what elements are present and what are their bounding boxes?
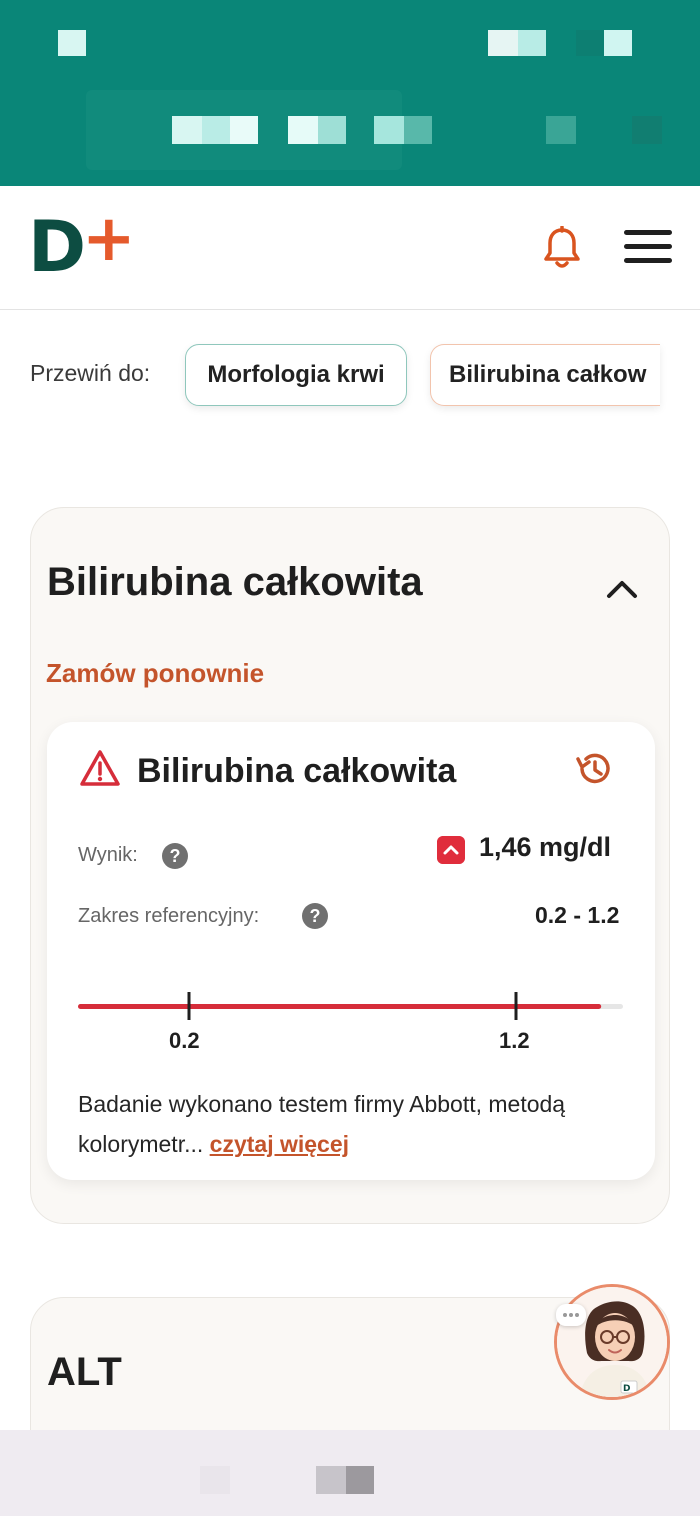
history-icon[interactable] [573,748,615,790]
range-bar [78,992,623,1020]
card2-title: ALT [47,1350,122,1394]
range-value: 0.2 - 1.2 [535,902,620,928]
help-icon-result[interactable]: ? [162,843,188,869]
tick-label-high: 1.2 [499,1028,530,1053]
chat-bubble-icon[interactable] [556,1304,586,1326]
assistant-avatar[interactable]: D [554,1284,670,1400]
warning-icon [80,750,120,786]
result-card: Bilirubina całkowita Wynik: ? 1,46 mg/dl… [47,722,655,1180]
test-card-bilirubina: Bilirubina całkowita Zamów ponownie Bili… [30,507,670,1224]
system-navigation-bar [0,1430,700,1516]
app-header: D + [0,186,700,310]
chip-morfologia-krwi[interactable]: Morfologia krwi [185,344,407,406]
result-description: Badanie wykonano testem firmy Abbott, me… [78,1084,618,1164]
obscured-block [346,1466,374,1494]
chevron-up-icon[interactable] [605,578,639,600]
reorder-link[interactable]: Zamów ponownie [46,658,264,689]
bell-icon[interactable] [542,226,582,270]
tick-label-low: 0.2 [169,1028,200,1053]
result-label: Wynik: [78,844,138,866]
range-label: Zakres referencyjny: [78,905,260,927]
obscured-banner [0,0,700,186]
help-icon-range[interactable]: ? [302,903,328,929]
read-more-link[interactable]: czytaj więcej [210,1131,349,1157]
hamburger-menu-icon[interactable] [624,230,672,266]
result-value: 1,46 mg/dl [479,832,612,862]
high-flag-icon [437,836,465,864]
range-bar-fill [78,1004,602,1009]
obscured-block [316,1466,346,1494]
result-title: Bilirubina całkowita [137,752,457,790]
obscured-block [200,1466,230,1494]
chip-bilirubina[interactable]: Bilirubina całkow [430,344,660,406]
card-title: Bilirubina całkowita [47,560,423,604]
scroll-to-label: Przewiń do: [30,360,151,386]
app-logo[interactable]: D + [28,204,136,282]
svg-text:D: D [623,1384,630,1394]
